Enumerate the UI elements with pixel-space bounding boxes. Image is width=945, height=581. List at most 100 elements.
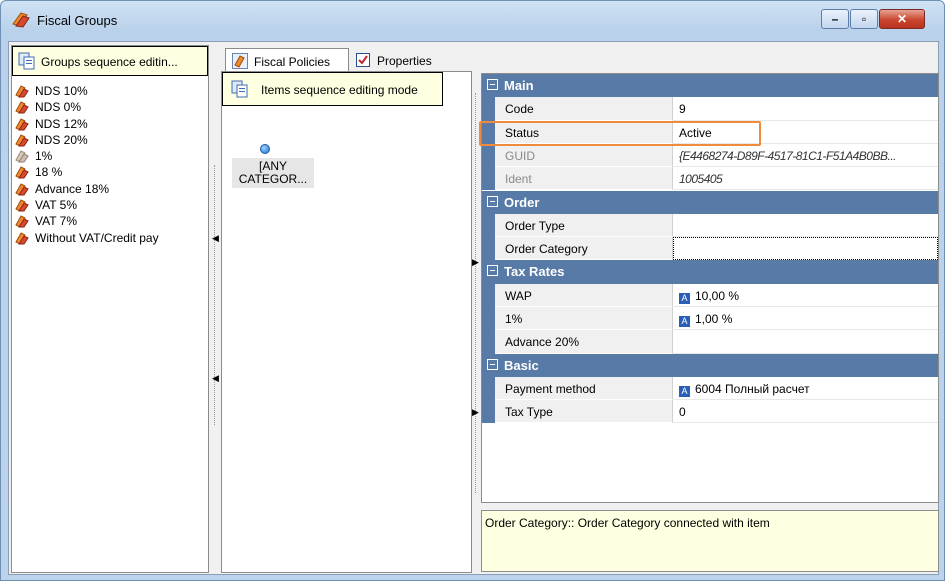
- fiscal-group-item[interactable]: VAT 5%: [15, 197, 205, 213]
- category-main[interactable]: Main: [482, 74, 938, 98]
- fiscal-group-icon: [15, 101, 29, 114]
- property-value[interactable]: 9: [673, 97, 938, 121]
- fiscal-group-item[interactable]: NDS 12%: [15, 116, 205, 132]
- fiscal-group-item[interactable]: NDS 0%: [15, 99, 205, 115]
- property-row-ident[interactable]: Ident 1005405: [482, 167, 938, 191]
- fiscal-group-icon: [15, 215, 29, 229]
- fiscal-group-item[interactable]: Advance 18%: [15, 181, 205, 197]
- property-row-order-type[interactable]: Order Type: [482, 213, 938, 238]
- collapse-left-icon-2[interactable]: ◀: [212, 373, 219, 384]
- property-name: Payment method: [495, 376, 673, 401]
- tab-properties[interactable]: Properties: [351, 48, 461, 72]
- property-value[interactable]: [673, 330, 938, 354]
- property-row-order-category[interactable]: Order Category: [482, 237, 938, 261]
- property-value: 6004 Полный расчет: [695, 381, 810, 396]
- fiscal-group-item[interactable]: 18 %: [15, 164, 205, 180]
- node-label-line2: CATEGOR...: [238, 172, 308, 186]
- property-row-1-percent[interactable]: 1% A 1,00 %: [482, 307, 938, 331]
- tab-properties-label: Properties: [377, 54, 432, 68]
- fiscal-group-icon: [15, 150, 29, 163]
- maximize-button[interactable]: ▫: [850, 9, 878, 29]
- fiscal-group-item[interactable]: Without VAT/Credit pay: [15, 230, 205, 246]
- title-bar[interactable]: Fiscal Groups – ▫ ✕: [1, 1, 944, 39]
- fiscal-group-label: NDS 0%: [35, 100, 82, 115]
- property-row-payment-method[interactable]: Payment method A 6004 Полный расчет: [482, 376, 938, 401]
- property-name: Advance 20%: [495, 330, 673, 354]
- collapse-icon[interactable]: [487, 195, 498, 207]
- maximize-icon: ▫: [861, 12, 867, 26]
- category-label: Tax Rates: [504, 264, 565, 280]
- row-gutter: [482, 143, 495, 168]
- fiscal-policies-icon: [232, 53, 248, 69]
- property-row-guid[interactable]: GUID {E4468274-D89F-4517-81C1-F51A4B0BB.…: [482, 143, 938, 168]
- right-splitter[interactable]: ▶ ▶: [472, 73, 480, 573]
- value-badge-icon: A: [679, 385, 690, 397]
- value-badge-icon: A: [679, 316, 690, 327]
- close-button[interactable]: ✕: [879, 9, 925, 29]
- minimize-button[interactable]: –: [821, 9, 849, 29]
- fiscal-group-label: Without VAT/Credit pay: [35, 230, 159, 245]
- category-order[interactable]: Order: [482, 190, 938, 214]
- property-name: Code: [495, 97, 673, 121]
- node-label: [ANY CATEGOR...: [232, 158, 314, 188]
- property-row-tax-type[interactable]: Tax Type 0: [482, 400, 938, 424]
- category-basic[interactable]: Basic: [482, 353, 938, 377]
- tab-strip: Fiscal Policies Properties: [221, 46, 481, 72]
- property-value-cell[interactable]: A 1,00 %: [673, 307, 938, 331]
- property-row-code[interactable]: Code 9: [482, 97, 938, 121]
- left-splitter[interactable]: ◀ ◀: [210, 45, 220, 573]
- property-description-panel: Order Category:: Order Category connecte…: [481, 510, 939, 572]
- properties-icon: [356, 53, 370, 67]
- fiscal-group-label: VAT 5%: [35, 198, 78, 213]
- row-gutter: [482, 283, 495, 307]
- property-value[interactable]: 0: [673, 400, 938, 424]
- category-label: Main: [504, 78, 534, 93]
- collapse-left-icon[interactable]: ◀: [212, 233, 219, 244]
- property-value[interactable]: 1005405: [673, 167, 938, 191]
- any-category-node[interactable]: [ANY CATEGOR...: [232, 144, 314, 188]
- fiscal-group-label: NDS 12%: [35, 116, 88, 131]
- fiscal-group-item[interactable]: NDS 10%: [15, 83, 205, 99]
- items-sequence-icon: [231, 80, 248, 98]
- tab-fiscal-policies[interactable]: Fiscal Policies: [225, 48, 349, 72]
- groups-sequence-editing-button[interactable]: Groups sequence editin...: [12, 46, 208, 76]
- property-value: 1,00 %: [695, 312, 733, 326]
- property-name: WAP: [495, 283, 673, 307]
- property-row-advance-20[interactable]: Advance 20%: [482, 330, 938, 354]
- window-title: Fiscal Groups: [37, 13, 118, 28]
- fiscal-groups-window: Fiscal Groups – ▫ ✕ Groups sequence edit…: [0, 0, 945, 581]
- category-label: Basic: [504, 357, 539, 373]
- tab-fiscal-policies-label: Fiscal Policies: [254, 55, 331, 69]
- fiscal-policies-panel: Items sequence editing mode [ANY CATEGOR…: [221, 71, 472, 573]
- property-value[interactable]: [673, 237, 938, 261]
- fiscal-group-icon: [15, 199, 29, 212]
- minimize-icon: –: [831, 12, 839, 26]
- category-label: Order: [504, 194, 540, 210]
- fiscal-group-label: 18 %: [35, 165, 63, 180]
- property-value-cell[interactable]: A 6004 Полный расчет: [673, 376, 938, 401]
- node-connector-dot[interactable]: [260, 144, 270, 154]
- collapse-icon[interactable]: [487, 79, 498, 90]
- property-name: Order Type: [495, 213, 673, 238]
- expand-right-icon[interactable]: ▶: [472, 257, 479, 268]
- property-name: Ident: [495, 167, 673, 191]
- items-sequence-editing-button[interactable]: Items sequence editing mode: [222, 72, 443, 106]
- property-value[interactable]: [673, 213, 938, 238]
- collapse-icon[interactable]: [487, 265, 498, 277]
- category-tax-rates[interactable]: Tax Rates: [482, 260, 938, 284]
- property-value[interactable]: {E4468274-D89F-4517-81C1-F51A4B0BB...: [673, 143, 938, 168]
- collapse-icon[interactable]: [487, 358, 498, 370]
- property-name: Order Category: [495, 237, 673, 261]
- property-value: 10,00 %: [695, 288, 740, 303]
- property-name: Tax Type: [495, 400, 673, 424]
- fiscal-group-item[interactable]: VAT 7%: [15, 213, 205, 229]
- fiscal-group-label: 1%: [35, 149, 53, 164]
- fiscal-group-item[interactable]: 1%: [15, 148, 205, 164]
- items-sequence-editing-label: Items sequence editing mode: [261, 83, 418, 97]
- row-gutter: [482, 376, 495, 401]
- fiscal-group-item[interactable]: NDS 20%: [15, 132, 205, 148]
- property-value-cell[interactable]: A 10,00 %: [673, 283, 938, 307]
- close-icon: ✕: [896, 12, 908, 26]
- property-row-wap[interactable]: WAP A 10,00 %: [482, 283, 938, 307]
- expand-right-icon-2[interactable]: ▶: [472, 407, 479, 418]
